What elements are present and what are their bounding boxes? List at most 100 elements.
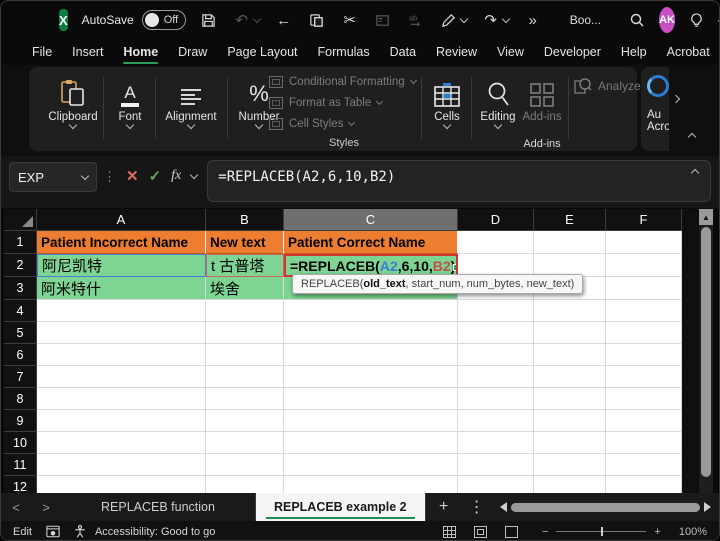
normal-view-icon[interactable]	[443, 526, 456, 538]
grid-cell[interactable]	[534, 366, 606, 388]
tab-formulas[interactable]: Formulas	[309, 42, 379, 62]
next-sheet-icon[interactable]: >	[31, 500, 61, 515]
sheet-menu-icon[interactable]: ⋮	[462, 497, 492, 517]
scroll-right-icon[interactable]	[704, 502, 711, 512]
row-header[interactable]: 9	[4, 410, 37, 432]
row-header[interactable]: 5	[4, 322, 37, 344]
cut-icon[interactable]: ✂	[341, 11, 359, 29]
row-header[interactable]: 12	[4, 476, 37, 493]
tab-home[interactable]: Home	[114, 42, 167, 62]
cell-b1[interactable]: New text	[206, 231, 284, 254]
horizontal-scrollbar[interactable]	[492, 502, 719, 512]
grid-cell[interactable]	[37, 410, 206, 432]
grid-cell[interactable]	[534, 322, 606, 344]
grid-cell[interactable]	[284, 454, 458, 476]
grid-cell[interactable]	[37, 366, 206, 388]
cell-f3[interactable]	[606, 277, 682, 300]
grid-cell[interactable]	[206, 322, 284, 344]
column-header-b[interactable]: B	[206, 209, 284, 231]
grid-cell[interactable]	[284, 344, 458, 366]
autosave-control[interactable]: AutoSave Off	[82, 10, 186, 30]
tab-developer[interactable]: Developer	[535, 42, 610, 62]
lightbulb-icon[interactable]	[689, 11, 704, 29]
cell-d1[interactable]	[458, 231, 534, 254]
zoom-level[interactable]: 100%	[679, 526, 707, 538]
grid-cell[interactable]	[606, 454, 682, 476]
editing-group[interactable]: Editing	[475, 73, 521, 128]
grid-cell[interactable]	[284, 388, 458, 410]
grid-cell[interactable]	[37, 432, 206, 454]
formula-input[interactable]: =REPLACEB(A2,6,10,B2)	[207, 160, 711, 202]
back-arrow-icon[interactable]: ←	[275, 11, 293, 29]
tab-draw[interactable]: Draw	[169, 42, 216, 62]
grid-cell[interactable]	[458, 366, 534, 388]
search-icon[interactable]	[629, 11, 645, 29]
row-header[interactable]: 4	[4, 300, 37, 322]
expand-formula-bar-icon[interactable]	[691, 169, 699, 177]
confirm-entry-button[interactable]: ✓	[149, 167, 162, 185]
cell-a3[interactable]: 阿米特什	[37, 277, 206, 300]
column-header-f[interactable]: F	[606, 209, 682, 231]
grid-cell[interactable]	[206, 388, 284, 410]
alignment-group[interactable]: Alignment	[159, 73, 223, 128]
tab-data[interactable]: Data	[381, 42, 425, 62]
grid-cell[interactable]	[284, 300, 458, 322]
addins-group[interactable]: Add-ins	[519, 73, 565, 125]
scroll-up-icon[interactable]: ▲	[699, 209, 713, 225]
avatar[interactable]: AK	[659, 7, 675, 33]
grid-cell[interactable]	[458, 410, 534, 432]
grid-cell[interactable]	[534, 388, 606, 410]
cell-b3[interactable]: 埃舍	[206, 277, 284, 300]
tab-insert[interactable]: Insert	[63, 42, 112, 62]
horizontal-scroll-thumb[interactable]	[511, 503, 700, 512]
row-header[interactable]: 11	[4, 454, 37, 476]
grid-cell[interactable]	[37, 476, 206, 493]
grid-cell[interactable]	[534, 454, 606, 476]
cell-a2[interactable]: 阿尼凯特	[37, 254, 206, 277]
ink-button[interactable]	[440, 11, 467, 29]
grid-cell[interactable]	[206, 344, 284, 366]
grid-cell[interactable]	[284, 432, 458, 454]
cell-a1[interactable]: Patient Incorrect Name	[37, 231, 206, 254]
font-group[interactable]: A Font	[109, 73, 151, 128]
select-all-corner[interactable]	[4, 209, 37, 231]
grid-cell[interactable]	[458, 322, 534, 344]
grid-cell[interactable]	[206, 432, 284, 454]
grid-cell[interactable]	[458, 454, 534, 476]
paste-special-icon[interactable]	[374, 11, 392, 29]
grid-cell[interactable]	[284, 322, 458, 344]
sheet-tab-replaceb-function[interactable]: REPLACEB function	[61, 493, 256, 521]
vertical-scrollbar[interactable]: ▲	[699, 209, 713, 493]
grid-cell[interactable]	[534, 476, 606, 493]
cell-e1[interactable]	[534, 231, 606, 254]
grid-cell[interactable]	[206, 366, 284, 388]
grid-cell[interactable]	[458, 388, 534, 410]
tab-review[interactable]: Review	[427, 42, 486, 62]
cell-styles-button[interactable]: Cell Styles	[269, 113, 419, 134]
row-header[interactable]: 7	[4, 366, 37, 388]
conditional-formatting-button[interactable]: Conditional Formatting	[269, 71, 419, 92]
tab-help[interactable]: Help	[612, 42, 656, 62]
row-header[interactable]: 10	[4, 432, 37, 454]
grid-cell[interactable]	[206, 454, 284, 476]
cell-b2[interactable]: t 古普塔	[206, 254, 284, 277]
row-header[interactable]: 6	[4, 344, 37, 366]
column-header-e[interactable]: E	[534, 209, 606, 231]
grid-cell[interactable]	[606, 344, 682, 366]
ribbon-scroll-right-button[interactable]	[673, 99, 679, 102]
grid-cell[interactable]	[37, 388, 206, 410]
zoom-in-icon[interactable]: +	[654, 526, 660, 538]
name-box[interactable]: EXP	[9, 162, 97, 192]
grid-cell[interactable]	[534, 300, 606, 322]
grid-cell[interactable]	[606, 366, 682, 388]
grid-cell[interactable]	[284, 476, 458, 493]
tab-view[interactable]: View	[488, 42, 533, 62]
grid-cell[interactable]	[37, 322, 206, 344]
insert-function-button[interactable]: fx	[171, 168, 181, 184]
grid-cell[interactable]	[606, 432, 682, 454]
grid-cell[interactable]	[458, 476, 534, 493]
prev-sheet-icon[interactable]: <	[1, 500, 31, 515]
clipboard-group[interactable]: Clipboard	[43, 73, 103, 128]
cells-group[interactable]: Cells	[427, 73, 467, 128]
row-header[interactable]: 2	[4, 254, 37, 277]
